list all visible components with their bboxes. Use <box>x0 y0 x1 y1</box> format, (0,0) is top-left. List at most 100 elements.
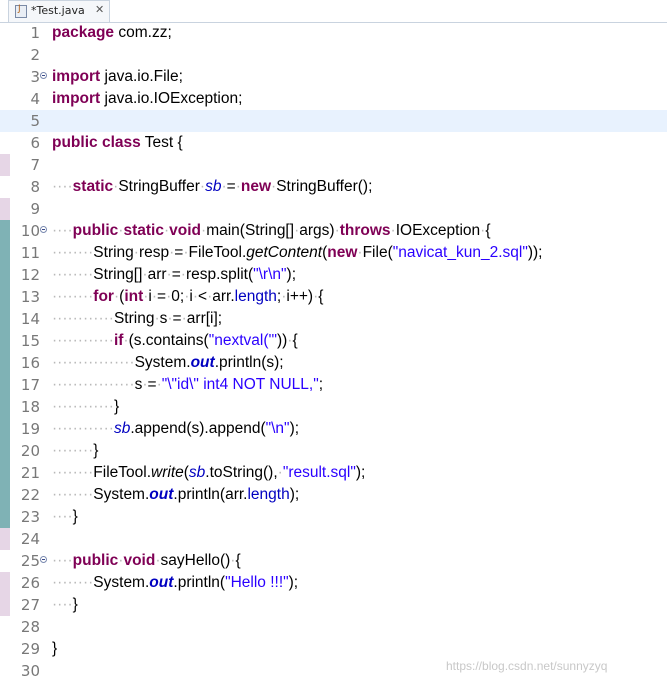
fold-collapse-icon[interactable] <box>40 72 47 79</box>
line-number: 7 <box>30 156 40 174</box>
quick-diff-marker <box>0 286 10 308</box>
code-token: java.io.File; <box>100 68 183 85</box>
code-token: length <box>234 288 277 305</box>
code-line[interactable]: 12 ········String[]·arr·=·resp.split("\r\… <box>0 264 667 286</box>
line-number: 11 <box>20 244 40 262</box>
code-line[interactable]: 23 ····} <box>0 506 667 528</box>
string-token: "nextval('" <box>208 332 277 349</box>
code-text: ················s·=·"\"id\" int4 NOT NUL… <box>52 374 323 396</box>
quick-diff-marker <box>0 396 10 418</box>
code-token: System. <box>93 574 150 591</box>
code-line[interactable]: 3 import java.io.File; <box>0 66 667 88</box>
quick-diff-marker <box>0 374 10 396</box>
code-line[interactable]: 1 package com.zz; <box>0 22 667 44</box>
quick-diff-marker <box>0 506 10 528</box>
whitespace-marker: ········ <box>52 486 94 503</box>
code-text: ····} <box>52 506 78 528</box>
code-token: sb <box>113 420 131 437</box>
fold-collapse-icon[interactable] <box>40 226 47 233</box>
whitespace-marker: ···· <box>52 222 73 239</box>
whitespace-marker: ········ <box>52 288 94 305</box>
code-line[interactable]: 26 ········System.out.println("Hello !!!"… <box>0 572 667 594</box>
code-line[interactable]: 15 ············if·(s.contains("nextval('"… <box>0 330 667 352</box>
code-line[interactable]: 7 <box>0 154 667 176</box>
tab-test-java[interactable]: *Test.java ✕ <box>8 0 110 22</box>
quick-diff-marker <box>0 594 10 616</box>
line-number: 28 <box>20 618 40 636</box>
code-line[interactable]: 20 ········} <box>0 440 667 462</box>
code-token: { <box>318 288 324 305</box>
line-number: 17 <box>20 376 40 394</box>
line-number: 20 <box>20 442 40 460</box>
close-icon[interactable]: ✕ <box>95 3 104 16</box>
code-line[interactable]: 11 ········String·resp·=·FileTool.getCont… <box>0 242 667 264</box>
line-number: 12 <box>20 266 40 284</box>
code-text: ············if·(s.contains("nextval('"))… <box>52 330 298 352</box>
code-line[interactable]: 28 <box>0 616 667 638</box>
whitespace-marker: ···· <box>52 552 73 569</box>
fold-collapse-icon[interactable] <box>40 556 47 563</box>
code-text: ············sb.append(s).append("\n"); <box>52 418 299 440</box>
code-line[interactable]: 9 <box>0 198 667 220</box>
line-number: 1 <box>30 24 40 42</box>
code-token: arr[i]; <box>186 310 223 327</box>
code-line[interactable]: 27 ····} <box>0 594 667 616</box>
whitespace-marker: ···· <box>52 596 73 613</box>
code-line[interactable]: 17 ················s·=·"\"id\" int4 NOT N… <box>0 374 667 396</box>
code-text: ········System.out.println(arr.length); <box>52 484 299 506</box>
code-line[interactable]: 25 ····public·void·sayHello()·{ <box>0 550 667 572</box>
code-line[interactable]: 18 ············} <box>0 396 667 418</box>
code-token: )); <box>527 244 543 261</box>
code-token: ; <box>318 376 324 393</box>
whitespace-marker: ···· <box>52 178 73 195</box>
code-token: ); <box>289 486 300 503</box>
code-line[interactable]: 19 ············sb.append(s).append("\n"); <box>0 418 667 440</box>
whitespace-marker: ········ <box>52 442 94 459</box>
quick-diff-marker <box>0 264 10 286</box>
line-number: 13 <box>20 288 40 306</box>
line-number: 21 <box>20 464 40 482</box>
string-token: "Hello !!!" <box>225 574 289 591</box>
code-token: { <box>292 332 298 349</box>
code-token: = <box>157 288 167 305</box>
code-line[interactable]: 5 <box>0 110 667 132</box>
code-token: String <box>93 244 134 261</box>
code-editor[interactable]: 1 package com.zz; 2 3 import java.io.File; 4 i… <box>0 22 667 689</box>
code-line[interactable]: 8 ····static·StringBuffer·sb·=·new·String… <box>0 176 667 198</box>
keyword-token: void <box>169 222 202 239</box>
code-line[interactable]: 13 ········for·(int·i·=·0;·i·<·arr.length… <box>0 286 667 308</box>
code-token: FileTool. <box>93 464 152 481</box>
code-token: args) <box>299 222 335 239</box>
string-token: "result.sql" <box>282 464 356 481</box>
code-token: = <box>172 310 182 327</box>
code-line[interactable]: 2 <box>0 44 667 66</box>
code-line[interactable]: 22 ········System.out.println(arr.length)… <box>0 484 667 506</box>
code-line[interactable]: 29} <box>0 638 667 660</box>
code-text: public class Test { <box>52 132 183 154</box>
code-token: sb <box>188 464 206 481</box>
code-token: Test { <box>140 134 183 151</box>
line-number: 24 <box>20 530 40 548</box>
keyword-token: static <box>123 222 164 239</box>
code-line[interactable]: 24 <box>0 528 667 550</box>
code-line[interactable]: 21 ········FileTool.write(sb.toString(),·… <box>0 462 667 484</box>
code-line[interactable]: 16 ················System.out.println(s); <box>0 352 667 374</box>
editor-tab-bar: *Test.java ✕ <box>0 0 667 23</box>
code-text: ········System.out.println("Hello !!!"); <box>52 572 298 594</box>
quick-diff-marker <box>0 308 10 330</box>
code-line[interactable]: 6 public class Test { <box>0 132 667 154</box>
code-token: { <box>485 222 491 239</box>
whitespace-marker: ···· <box>52 508 73 525</box>
code-line[interactable]: 10 ····public·static·void·main(String[]·a… <box>0 220 667 242</box>
code-text: ········FileTool.write(sb.toString(),·"r… <box>52 462 365 484</box>
quick-diff-marker <box>0 154 10 176</box>
code-text: import java.io.IOException; <box>52 88 242 110</box>
keyword-token: new <box>327 244 358 261</box>
code-line[interactable]: 14 ············String·s·=·arr[i]; <box>0 308 667 330</box>
quick-diff-marker <box>0 462 10 484</box>
line-number: 9 <box>30 200 40 218</box>
code-line[interactable]: 4 import java.io.IOException; <box>0 88 667 110</box>
string-token: "\r\n" <box>253 266 287 283</box>
keyword-token: int <box>124 288 144 305</box>
code-token: .println(s); <box>214 354 284 371</box>
